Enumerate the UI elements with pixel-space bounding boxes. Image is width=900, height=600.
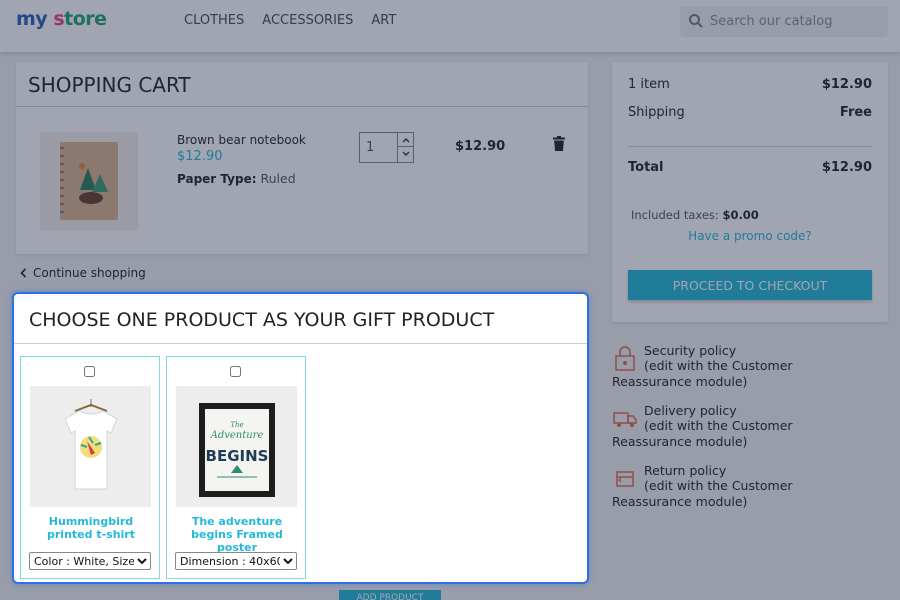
gift-variant-select[interactable]: Color : White, Size : S	[29, 552, 151, 570]
svg-text:The: The	[230, 421, 243, 429]
framed-poster-image: The Adventure BEGINS	[198, 402, 275, 497]
gift-name[interactable]: The adventure begins Framed poster	[171, 515, 303, 554]
gift-image	[30, 386, 151, 507]
gift-product-modal: CHOOSE ONE PRODUCT AS YOUR GIFT PRODUCT …	[12, 292, 589, 584]
gift-checkbox[interactable]	[230, 366, 241, 377]
gift-image: The Adventure BEGINS	[176, 386, 297, 507]
gift-checkbox[interactable]	[84, 366, 95, 377]
svg-text:BEGINS: BEGINS	[205, 447, 268, 465]
modal-title: CHOOSE ONE PRODUCT AS YOUR GIFT PRODUCT	[29, 309, 495, 331]
gift-variant-select[interactable]: Dimension : 40x60cm	[175, 552, 297, 570]
gift-option-card[interactable]: Hummingbird printed t-shirt Color : Whit…	[20, 356, 160, 579]
gift-name[interactable]: Hummingbird printed t-shirt	[25, 515, 157, 541]
tshirt-image	[63, 398, 118, 489]
gift-option-card[interactable]: The Adventure BEGINS The adventure begin…	[166, 356, 306, 579]
modal-divider	[14, 343, 587, 344]
svg-text:Adventure: Adventure	[209, 430, 263, 441]
